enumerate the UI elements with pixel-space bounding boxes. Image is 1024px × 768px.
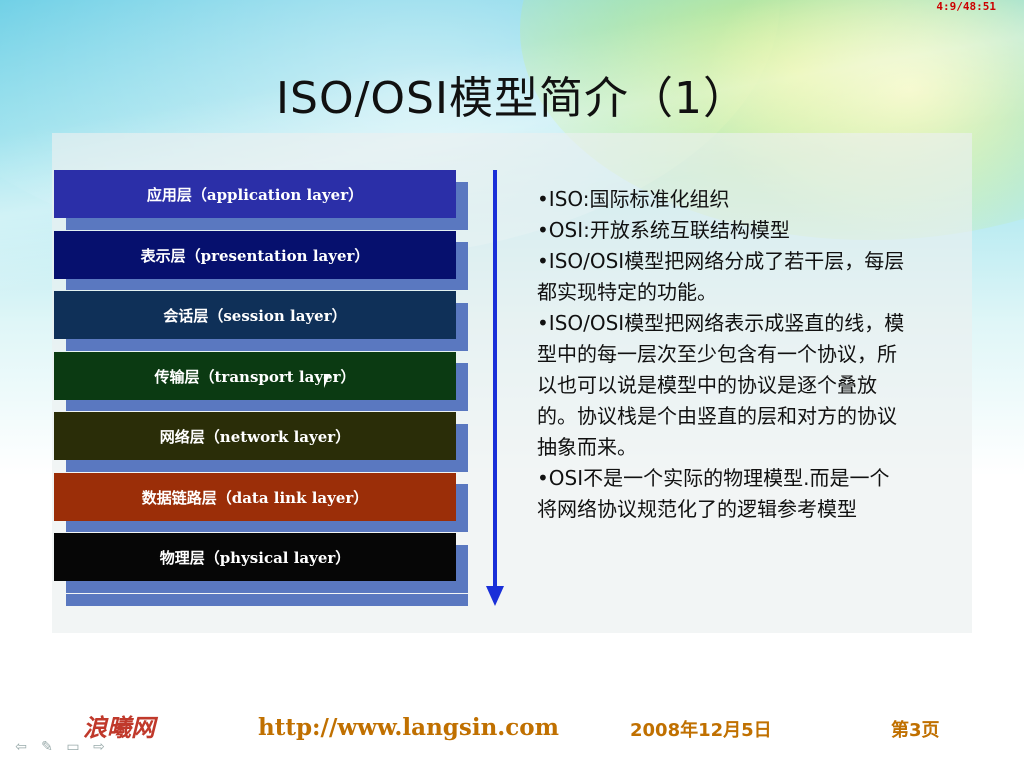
desc-item: •ISO/OSI模型把网络分成了若干层，每层都实现特定的功能。 [537, 249, 905, 304]
down-arrow-icon [486, 586, 504, 606]
slideshow-nav: ⇦ ✎ ▭ ⇨ [12, 740, 108, 754]
down-arrow-line [493, 170, 497, 590]
layer-transport: 传输层（transport layer） [54, 352, 456, 400]
layer-session: 会话层（session layer） [54, 291, 456, 339]
pen-icon[interactable]: ✎ [38, 740, 56, 754]
desc-item: •OSI不是一个实际的物理模型.而是一个将网络协议规范化了的逻辑参考模型 [537, 466, 890, 521]
desc-item: •ISO/OSI模型把网络表示成竖直的线，模型中的每一层次至少包含有一个协议，所… [537, 311, 905, 459]
arrow-right-icon[interactable]: ⇨ [90, 740, 108, 754]
layer-presentation: 表示层（presentation layer） [54, 231, 456, 279]
stack-base [66, 594, 468, 606]
footer-url[interactable]: http://www.langsin.com [258, 714, 559, 741]
mouse-cursor-icon [324, 374, 330, 388]
layer-data-link: 数据链路层（data link layer） [54, 473, 456, 521]
footer-page-number: 第3页 [891, 720, 940, 741]
layer-application: 应用层（application layer） [54, 170, 456, 218]
description-text: •ISO:国际标准化组织 •OSI:开放系统互联结构模型 •ISO/OSI模型把… [537, 184, 907, 525]
desc-item: •ISO:国际标准化组织 [537, 187, 730, 211]
layer-network: 网络层（network layer） [54, 412, 456, 460]
layer-physical: 物理层（physical layer） [54, 533, 456, 581]
menu-icon[interactable]: ▭ [64, 740, 82, 754]
footer-logo: 浪曦网 [83, 713, 155, 742]
desc-item: •OSI:开放系统互联结构模型 [537, 218, 790, 242]
playback-timer: 4:9/48:51 [936, 0, 996, 13]
arrow-left-icon[interactable]: ⇦ [12, 740, 30, 754]
slide-title: ISO/OSI模型简介（1） [276, 73, 748, 124]
osi-layer-stack: 应用层（application layer） 表示层（presentation … [54, 170, 470, 610]
footer-date: 2008年12月5日 [630, 720, 772, 741]
